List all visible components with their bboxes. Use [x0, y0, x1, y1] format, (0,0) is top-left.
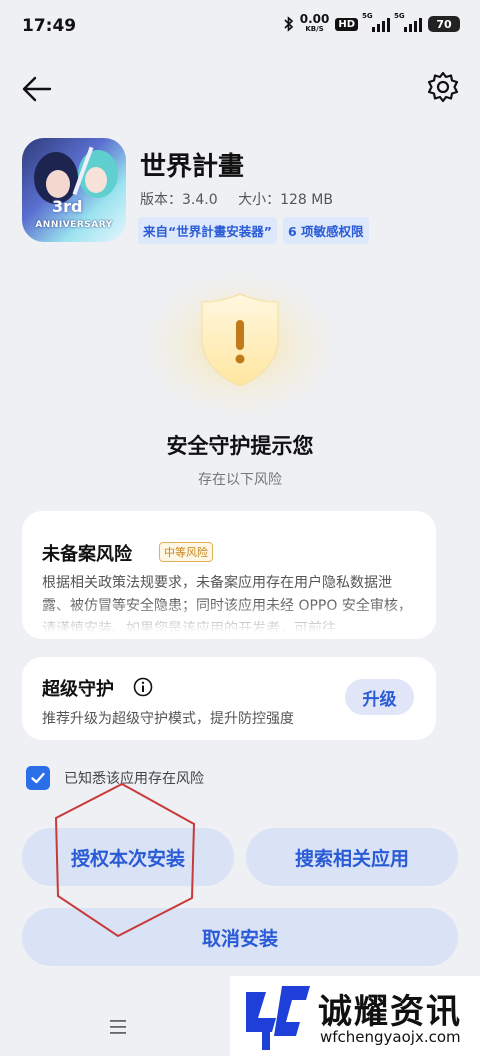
cancel-install-button[interactable]: 取消安装: [22, 908, 458, 966]
info-icon[interactable]: [133, 677, 153, 697]
battery-icon: 70: [428, 16, 460, 32]
app-icon-3rd-text: 3rd: [52, 197, 83, 216]
check-icon: [31, 772, 45, 784]
warning-subtitle: 存在以下风险: [198, 472, 282, 488]
arrow-left-icon: [22, 76, 52, 102]
battery-level: 70: [436, 17, 452, 31]
risk-title: 未备案风险: [42, 544, 132, 565]
watermark-logo: [246, 986, 310, 1050]
guard-title: 超级守护: [42, 679, 114, 700]
app-tags: 来自“世界計畫安装器” 6 项敏感权限: [138, 217, 369, 244]
risk-fade: [22, 599, 436, 639]
permission-tag[interactable]: 6 项敏感权限: [282, 217, 369, 244]
search-related-apps-button[interactable]: 搜索相关应用: [246, 828, 458, 886]
status-bar: 17:49 0.00 KB/S HD 5G 5G 70: [0, 0, 480, 52]
status-time: 17:49: [22, 16, 77, 36]
warning-title: 安全守护提示您: [166, 434, 314, 458]
signal-sim2-icon: 5G: [394, 12, 422, 32]
risk-card[interactable]: 未备案风险 中等风险 根据相关政策法规要求，未备案应用存在用户隐私数据泄露、被仿…: [22, 511, 436, 639]
gear-icon: [427, 71, 459, 103]
guard-description: 推荐升级为超级守护模式，提升防控强度: [42, 711, 294, 727]
source-tag[interactable]: 来自“世界計畫安装器”: [138, 217, 277, 244]
app-icon-anniversary-text: ANNIVERSARY: [35, 220, 113, 230]
shield-exclamation-icon: [201, 293, 279, 387]
signal-sim1-icon: 5G: [362, 12, 390, 32]
menu-icon[interactable]: [108, 1018, 128, 1036]
app-meta: 版本：3.4.0 大小：128 MB: [140, 189, 349, 209]
super-guard-card: 超级守护 推荐升级为超级守护模式，提升防控强度 升级: [22, 657, 436, 740]
watermark: 诚耀资讯 wfchengyaojx.com: [230, 976, 480, 1056]
net-speed: 0.00 KB/S: [299, 12, 330, 33]
acknowledge-row[interactable]: 已知悉该应用存在风险: [26, 766, 204, 790]
hd-badge: HD: [335, 17, 358, 31]
acknowledge-checkbox[interactable]: [26, 766, 50, 790]
app-version: 版本：3.4.0: [140, 192, 218, 208]
status-icons: 0.00 KB/S HD 5G 5G 70: [284, 12, 460, 34]
app-size: 大小：128 MB: [238, 192, 333, 208]
watermark-name: 诚耀资讯: [318, 992, 462, 1032]
upgrade-button[interactable]: 升级: [345, 679, 414, 715]
authorize-install-button[interactable]: 授权本次安装: [22, 828, 234, 886]
bluetooth-icon: [284, 16, 293, 32]
back-button[interactable]: [20, 72, 54, 106]
acknowledge-label: 已知悉该应用存在风险: [64, 771, 204, 787]
settings-button[interactable]: [426, 70, 460, 104]
app-icon: 3rd ANNIVERSARY: [22, 138, 126, 242]
risk-level-badge: 中等风险: [159, 542, 213, 562]
watermark-url: wfchengyaojx.com: [320, 1028, 461, 1046]
app-name: 世界計畫: [140, 152, 245, 182]
